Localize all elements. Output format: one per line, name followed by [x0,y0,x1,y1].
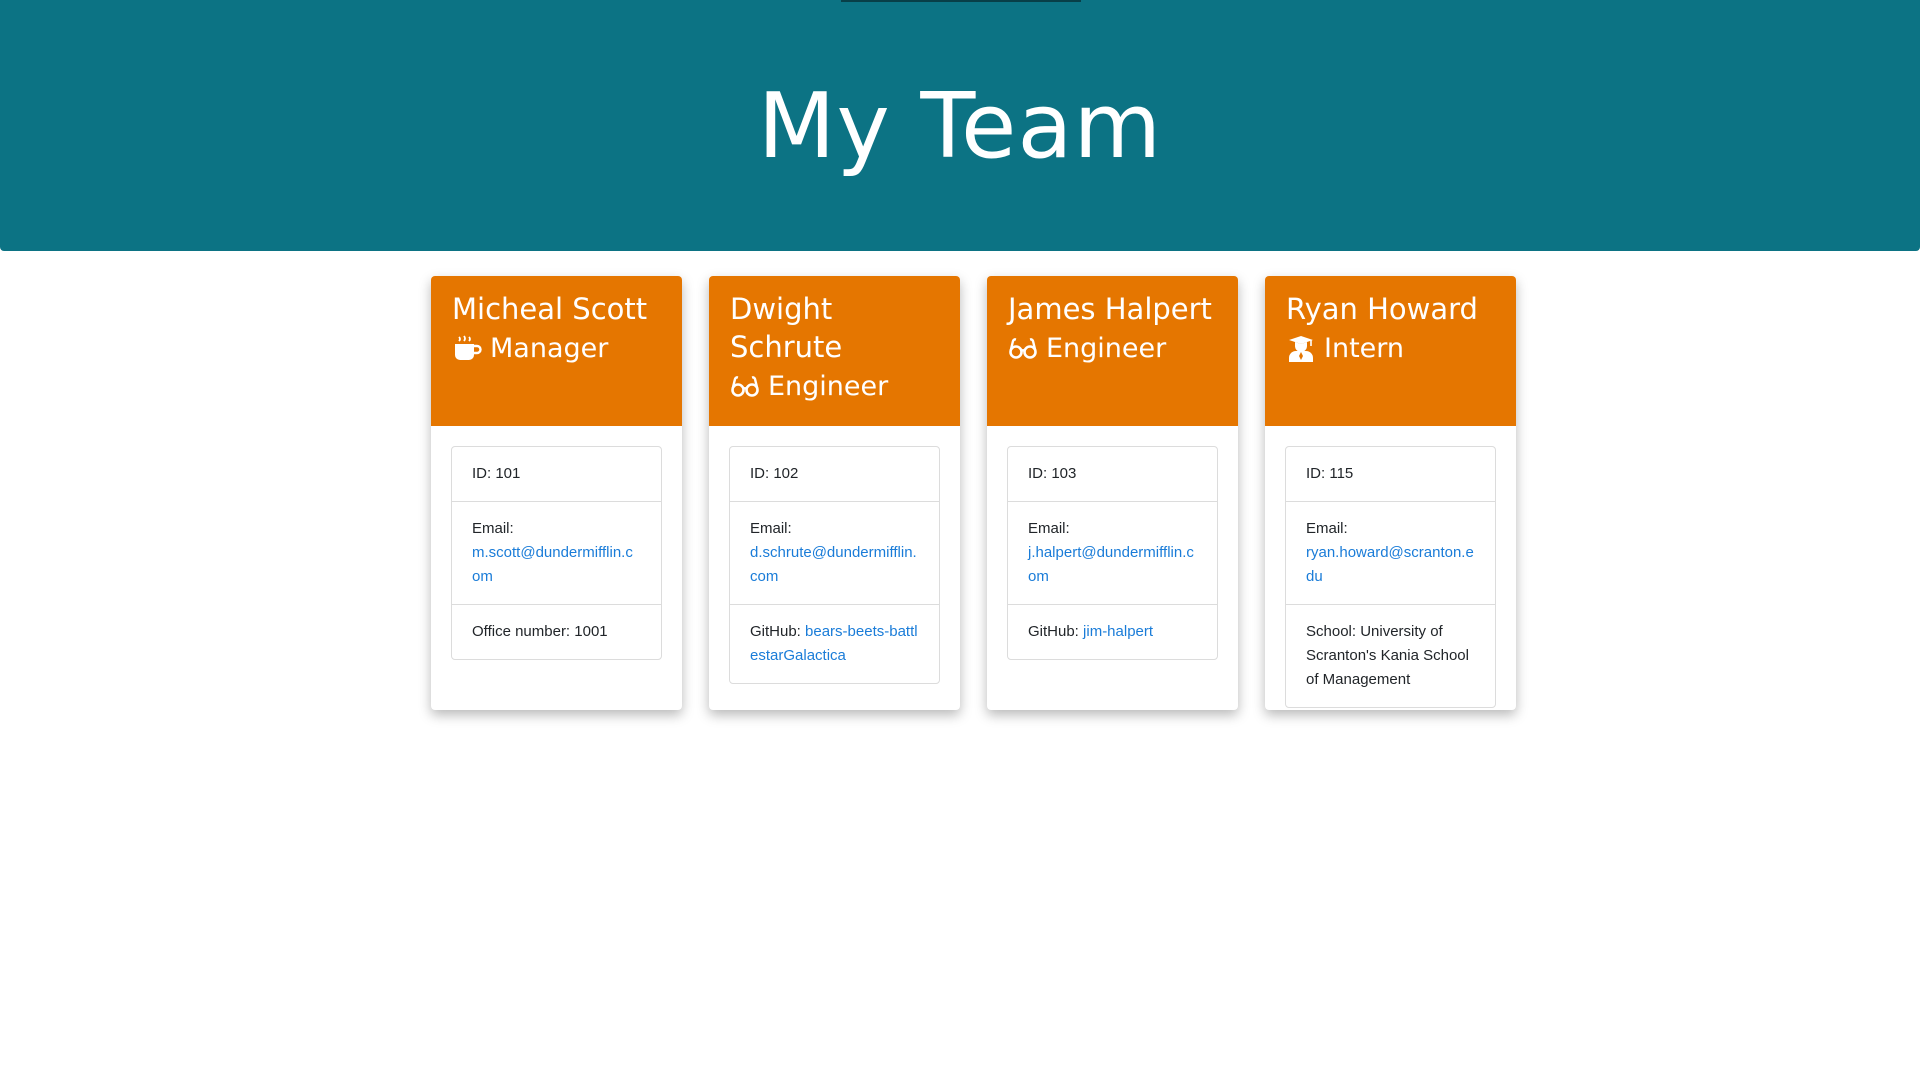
employee-role: Manager [452,330,666,368]
github-label: GitHub: [1028,623,1084,640]
glasses-icon [1008,335,1038,363]
employee-details-list: ID: 115 Email: ryan.howard@scranton.edu … [1285,446,1496,708]
employee-card-engineer: James Halpert Engineer ID: 103 Email: j.… [987,276,1238,710]
card-body: ID: 102 Email: d.schrute@dundermifflin.c… [709,426,960,704]
employee-id: ID: 103 [1008,447,1217,502]
employee-details-list: ID: 101 Email: m.scott@dundermifflin.com… [451,446,662,660]
employee-name: Micheal Scott [452,292,648,326]
card-body: ID: 103 Email: j.halpert@dundermifflin.c… [987,426,1238,680]
employee-role-label: Engineer [768,371,889,402]
employee-name: Ryan Howard [1286,292,1478,326]
employee-id: ID: 115 [1286,447,1495,502]
employee-role-label: Intern [1324,333,1405,364]
email-link[interactable]: ryan.howard@scranton.edu [1306,544,1474,585]
page-header: My Team [0,0,1920,251]
school-item: School: University of Scranton's Kania S… [1306,623,1469,688]
github-item: GitHub: bears-beets-battlestarGalactica [730,605,939,683]
employee-name: Dwight Schrute [730,292,843,364]
card-header: Dwight Schrute Engineer [709,276,960,426]
employee-email-item: Email: d.schrute@dundermifflin.com [730,502,939,605]
employee-role-label: Engineer [1046,333,1167,364]
employee-id: ID: 101 [452,447,661,502]
github-link[interactable]: jim-halpert [1083,623,1153,640]
email-label: Email: [750,520,792,537]
coffee-icon [452,335,482,363]
employee-role: Engineer [730,368,944,406]
employee-id: ID: 102 [730,447,939,502]
team-cards: Micheal Scott Manager ID: 101 Email: m.s… [431,276,1516,710]
employee-email-item: Email: j.halpert@dundermifflin.com [1008,502,1217,605]
email-link[interactable]: m.scott@dundermifflin.com [472,544,633,585]
email-label: Email: [472,520,514,537]
employee-role: Engineer [1008,330,1222,368]
card-header: Ryan Howard Intern [1265,276,1516,426]
card-body: ID: 101 Email: m.scott@dundermifflin.com… [431,426,682,680]
graduate-icon [1286,335,1316,363]
employee-details-list: ID: 103 Email: j.halpert@dundermifflin.c… [1007,446,1218,660]
card-header: Micheal Scott Manager [431,276,682,426]
header-tab-strip [841,0,1081,2]
page-title: My Team [757,74,1163,179]
employee-name: James Halpert [1008,292,1212,326]
github-item: GitHub: jim-halpert [1008,605,1217,659]
email-label: Email: [1306,520,1348,537]
employee-card-engineer: Dwight Schrute Engineer ID: 102 Email: d… [709,276,960,710]
email-link[interactable]: j.halpert@dundermifflin.com [1028,544,1194,585]
employee-card-intern: Ryan Howard Intern ID: 115 Email: ryan.h… [1265,276,1516,710]
email-link[interactable]: d.schrute@dundermifflin.com [750,544,917,585]
employee-email-item: Email: ryan.howard@scranton.edu [1286,502,1495,605]
github-label: GitHub: [750,623,806,640]
employee-role-label: Manager [490,333,609,364]
employee-role: Intern [1286,330,1500,368]
card-body: ID: 115 Email: ryan.howard@scranton.edu … [1265,426,1516,710]
employee-email-item: Email: m.scott@dundermifflin.com [452,502,661,605]
office-number: Office number: 1001 [472,623,608,640]
glasses-icon [730,373,760,401]
card-header: James Halpert Engineer [987,276,1238,426]
employee-card-manager: Micheal Scott Manager ID: 101 Email: m.s… [431,276,682,710]
employee-details-list: ID: 102 Email: d.schrute@dundermifflin.c… [729,446,940,684]
email-label: Email: [1028,520,1070,537]
